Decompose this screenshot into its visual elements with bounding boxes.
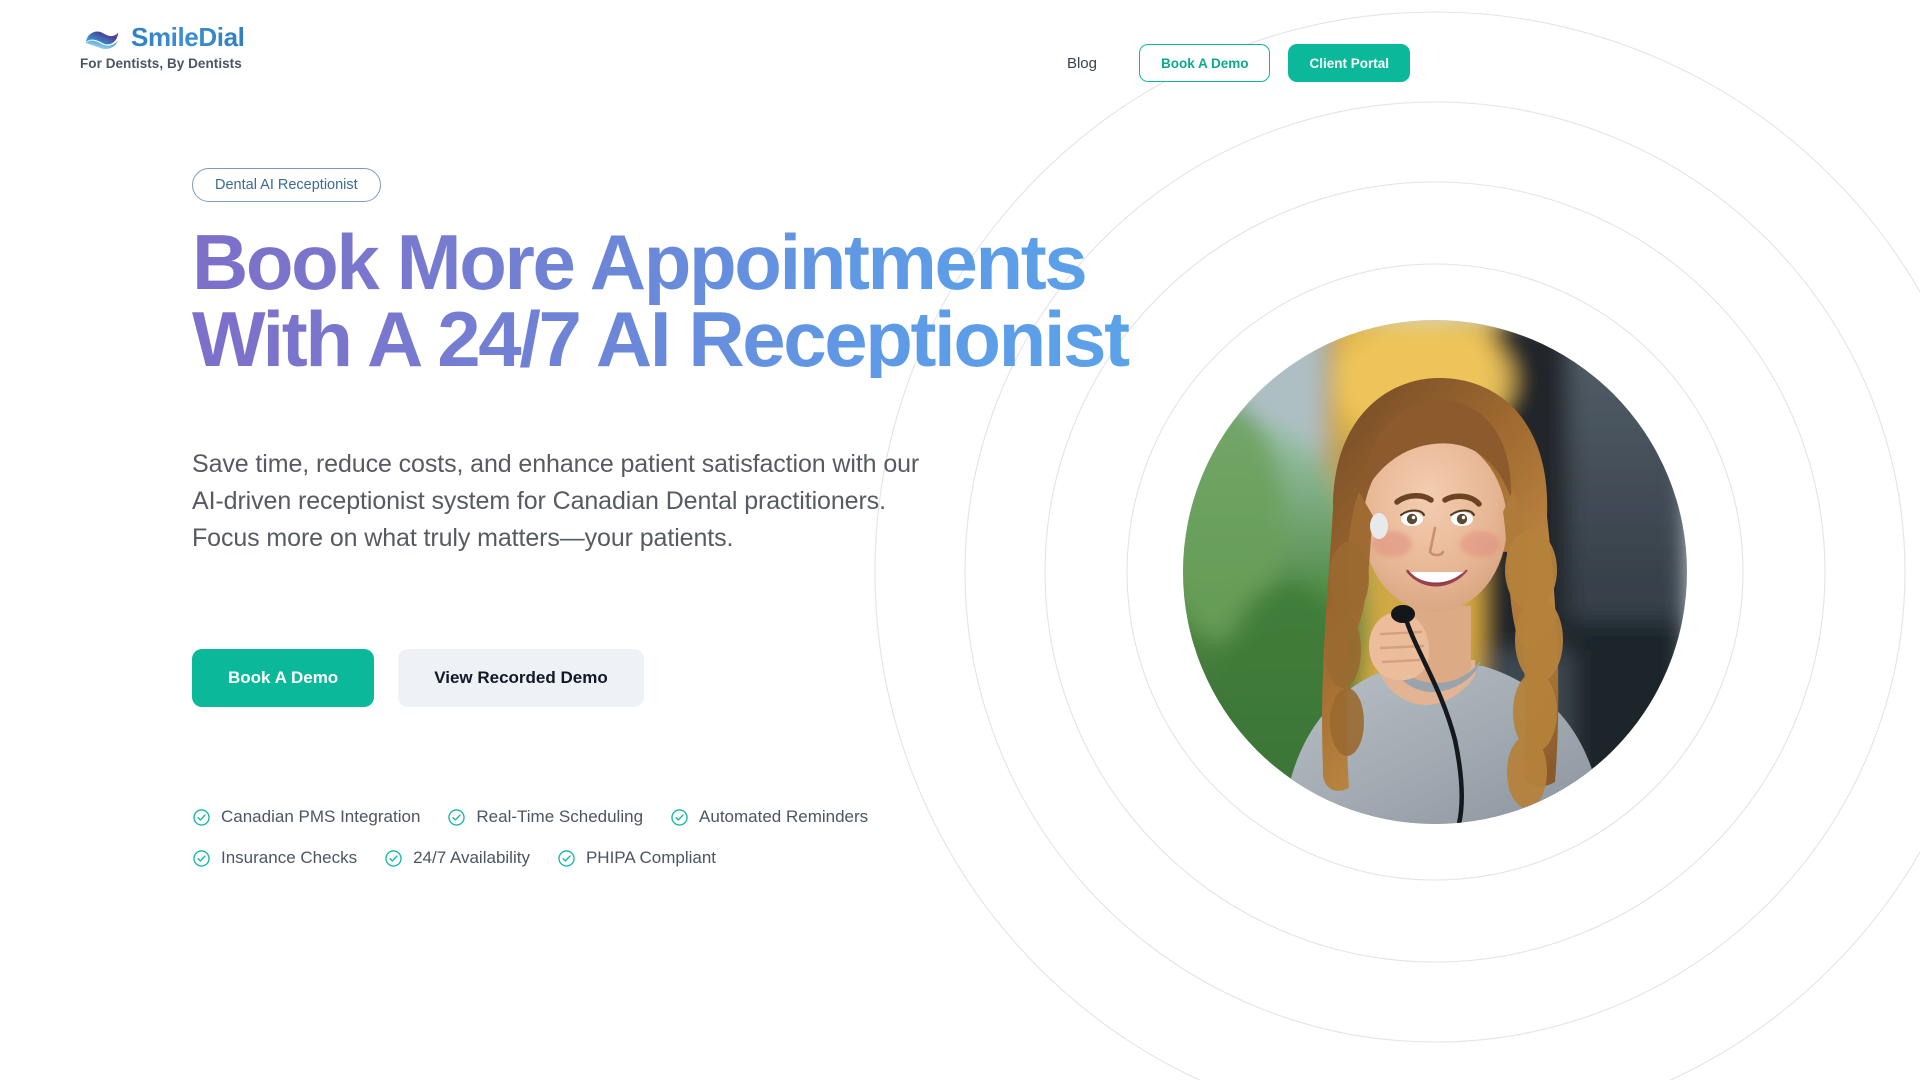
circle-check-icon [671, 809, 688, 826]
feature-item: Automated Reminders [670, 807, 868, 827]
feature-label: Canadian PMS Integration [221, 807, 421, 827]
hero-landing-page: SmileDial For Dentists, By Dentists Blog… [0, 0, 1920, 1080]
hero-portrait [1183, 320, 1687, 824]
circle-check-icon [193, 809, 210, 826]
primary-nav: Blog Book A Demo Client Portal [1057, 44, 1410, 82]
hero-cta-row: Book A Demo View Recorded Demo [192, 649, 1192, 708]
receptionist-photo-illustration [1183, 320, 1687, 824]
feature-row-1: Canadian PMS Integration Real-Time Sched… [192, 807, 1192, 827]
hero-portrait-wrapper [1183, 320, 1687, 824]
nav-link-blog[interactable]: Blog [1057, 49, 1107, 78]
feature-list: Canadian PMS Integration Real-Time Sched… [192, 807, 1192, 868]
feature-label: Real-Time Scheduling [476, 807, 644, 827]
feature-item: Canadian PMS Integration [192, 807, 420, 827]
feature-item: 24/7 Availability [384, 848, 530, 868]
brand-tagline: For Dentists, By Dentists [80, 56, 242, 71]
feature-row-2: Insurance Checks 24/7 Availability PHIPA… [192, 848, 1192, 868]
hero-content: Dental AI Receptionist Book More Appoint… [192, 168, 1192, 889]
feature-item: Insurance Checks [192, 848, 357, 868]
site-header: SmileDial For Dentists, By Dentists Blog… [0, 0, 1920, 104]
feature-item: PHIPA Compliant [557, 848, 716, 868]
brand-name: SmileDial [131, 22, 245, 52]
feature-label: Insurance Checks [221, 848, 358, 868]
hero-badge[interactable]: Dental AI Receptionist [192, 168, 381, 202]
feature-label: Automated Reminders [699, 807, 869, 827]
page-title: Book More Appointments With A 24/7 AI Re… [192, 223, 1192, 378]
nav-client-portal-button[interactable]: Client Portal [1288, 44, 1410, 82]
nav-book-a-demo-button[interactable]: Book A Demo [1138, 44, 1271, 82]
brand-row: SmileDial [82, 22, 245, 53]
circle-check-icon [448, 809, 466, 826]
book-a-demo-button[interactable]: Book A Demo [192, 649, 375, 708]
feature-item: Real-Time Scheduling [447, 807, 643, 827]
feature-label: 24/7 Availability [413, 848, 530, 868]
circle-check-icon [193, 850, 210, 867]
circle-check-icon [385, 850, 402, 867]
hero-subheadline: Save time, reduce costs, and enhance pat… [192, 450, 920, 553]
circle-check-icon [558, 850, 575, 867]
brand-logo[interactable]: SmileDial For Dentists, By Dentists [80, 22, 245, 71]
wave-swoosh-logo-icon [85, 31, 119, 49]
view-recorded-demo-button[interactable]: View Recorded Demo [398, 649, 644, 708]
feature-label: PHIPA Compliant [585, 848, 717, 868]
